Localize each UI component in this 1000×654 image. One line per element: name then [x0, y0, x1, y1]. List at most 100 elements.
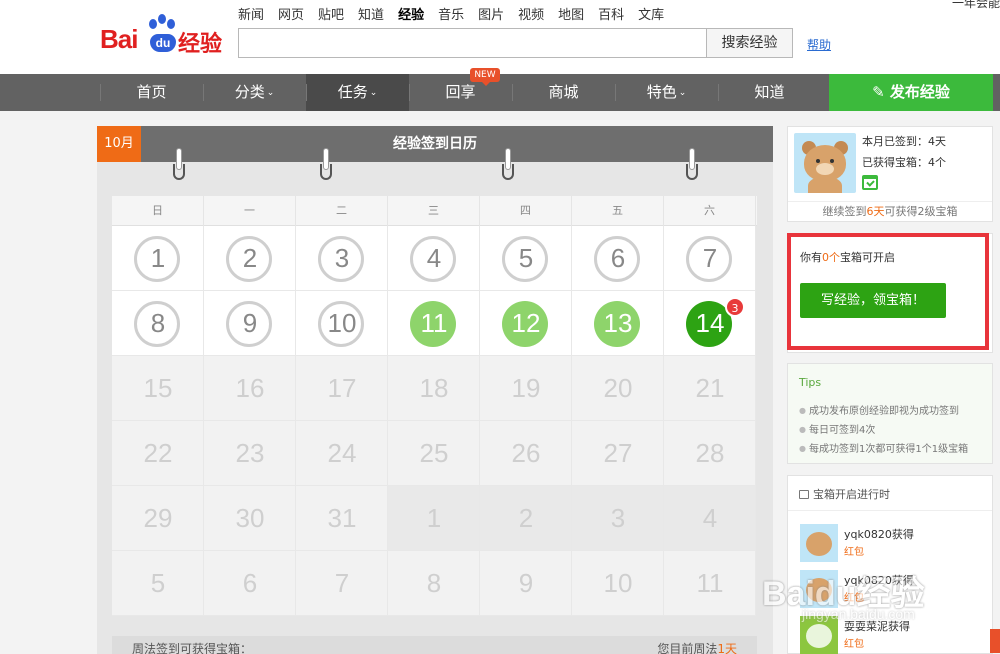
calendar-day[interactable]: 10 — [572, 551, 664, 616]
calendar-day[interactable]: 26 — [480, 421, 572, 486]
day-number: 5 — [518, 243, 534, 273]
top-nav-link[interactable]: 图片 — [478, 4, 504, 23]
day-number: 31 — [327, 503, 357, 533]
calendar-day[interactable]: 3 — [572, 486, 664, 551]
avatar[interactable] — [794, 133, 856, 193]
calendar-day[interactable]: 4 — [388, 226, 480, 291]
pen-icon: ✎ — [872, 83, 885, 101]
calendar-day[interactable]: 17 — [296, 356, 388, 421]
calendar-day[interactable]: 15 — [112, 356, 204, 421]
calendar-day[interactable]: 6 — [572, 226, 664, 291]
publish-experience-button[interactable]: ✎ 发布经验 — [829, 74, 993, 111]
top-nav-link[interactable]: 视频 — [518, 4, 544, 23]
calendar-day[interactable]: 1 — [388, 486, 480, 551]
calendar-day[interactable]: 11 — [664, 551, 756, 616]
tips-title: Tips — [799, 376, 822, 389]
calendar-day[interactable]: 27 — [572, 421, 664, 486]
baidu-jingyan-logo[interactable]: Bai du 经验 — [100, 14, 230, 58]
day-number: 16 — [235, 373, 265, 403]
new-badge: NEW — [470, 68, 500, 86]
day-number: 2 — [518, 503, 534, 533]
calendar-day[interactable]: 31 — [296, 486, 388, 551]
day-number: 25 — [419, 438, 449, 468]
nav-tab[interactable]: 商城 — [512, 74, 615, 111]
calendar-day[interactable]: 18 — [388, 356, 480, 421]
day-number: 29 — [143, 503, 173, 533]
calendar-day[interactable]: 4 — [664, 486, 756, 551]
nav-tab[interactable]: 分类 ⌄ — [203, 74, 306, 111]
day-number: 11 — [420, 308, 448, 338]
profile-card: 本月已签到：4天 已获得宝箱：4个 继续签到6天可获得2级宝箱 — [787, 126, 993, 222]
calendar-day[interactable]: 8 — [388, 551, 480, 616]
calendar-day[interactable]: 2 — [204, 226, 296, 291]
binder-ring-icon — [501, 148, 515, 182]
calendar-day[interactable]: 19 — [480, 356, 572, 421]
search-input[interactable] — [238, 28, 706, 58]
weekday-label: 五 — [572, 196, 664, 226]
search-button[interactable]: 搜索经验 — [706, 28, 793, 58]
top-nav-link[interactable]: 贴吧 — [318, 4, 344, 23]
calendar-day[interactable]: 25 — [388, 421, 480, 486]
day-number: 15 — [143, 373, 173, 403]
day-number: 21 — [695, 373, 725, 403]
calendar-day[interactable]: 24 — [296, 421, 388, 486]
calendar-day[interactable]: 13 — [572, 291, 664, 356]
calendar-day[interactable]: 12 — [480, 291, 572, 356]
top-nav-link[interactable]: 音乐 — [438, 4, 464, 23]
calendar-day[interactable]: 30 — [204, 486, 296, 551]
day-number: 20 — [603, 373, 633, 403]
calendar-day[interactable]: 14 3 — [664, 291, 756, 356]
calendar-day[interactable]: 16 — [204, 356, 296, 421]
baidu-watermark: Baidu经验 jingyan.baidu.com — [762, 575, 925, 622]
calendar-day[interactable]: 23 — [204, 421, 296, 486]
calendar-month: 10月 — [97, 126, 141, 162]
calendar-day[interactable]: 8 — [112, 291, 204, 356]
nav-tab[interactable]: 首页 — [100, 74, 203, 111]
calendar-day[interactable]: 10 — [296, 291, 388, 356]
signed-days: 本月已签到：4天 — [862, 135, 946, 148]
nav-tab[interactable]: 任务 ⌄ — [306, 74, 409, 111]
boxes-count: 已获得宝箱：4个 — [862, 156, 946, 169]
tips-card: Tips 成功发布原创经验即视为成功签到 每日可签到4次 每成功签到1次都可获得… — [787, 363, 993, 464]
nav-tab[interactable]: 知道 — [718, 74, 821, 111]
tip-item: 成功发布原创经验即视为成功签到 — [799, 402, 959, 417]
chevron-down-icon: ⌄ — [266, 88, 275, 98]
list-item[interactable]: yqk0820获得 红包 — [800, 524, 990, 566]
calendar-day[interactable]: 9 — [204, 291, 296, 356]
feedback-tab[interactable] — [990, 629, 1000, 653]
day-number: 23 — [235, 438, 265, 468]
calendar-day[interactable]: 6 — [204, 551, 296, 616]
calendar-day[interactable]: 7 — [664, 226, 756, 291]
top-nav-link[interactable]: 地图 — [558, 4, 584, 23]
top-nav-link[interactable]: 新闻 — [238, 4, 264, 23]
chevron-down-icon: ⌄ — [369, 88, 378, 98]
top-right-text: 一年会能 — [951, 0, 1000, 10]
calendar-day[interactable]: 11 — [388, 291, 480, 356]
tip-item: 每成功签到1次都可获得1个1级宝箱 — [799, 440, 968, 455]
help-link[interactable]: 帮助 — [807, 36, 831, 53]
weekday-label: 六 — [664, 196, 756, 226]
calendar-day[interactable]: 20 — [572, 356, 664, 421]
top-nav-link[interactable]: 经验 — [398, 4, 424, 23]
calendar-check-icon — [862, 175, 878, 190]
calendar-day[interactable]: 3 — [296, 226, 388, 291]
top-nav-link[interactable]: 百科 — [598, 4, 624, 23]
avatar — [800, 524, 838, 562]
calendar-day[interactable]: 22 — [112, 421, 204, 486]
top-nav-link[interactable]: 网页 — [278, 4, 304, 23]
calendar-day[interactable]: 5 — [480, 226, 572, 291]
top-nav-link[interactable]: 知道 — [358, 4, 384, 23]
top-nav-link[interactable]: 文库 — [638, 4, 664, 23]
calendar-day[interactable]: 7 — [296, 551, 388, 616]
weekday-label: 二 — [296, 196, 388, 226]
day-number: 8 — [150, 308, 166, 338]
calendar-day[interactable]: 28 — [664, 421, 756, 486]
calendar-day[interactable]: 29 — [112, 486, 204, 551]
nav-tab[interactable]: 特色 ⌄ — [615, 74, 718, 111]
calendar-day[interactable]: 1 — [112, 226, 204, 291]
profile-footer: 继续签到6天可获得2级宝箱 — [788, 201, 992, 221]
calendar-day[interactable]: 21 — [664, 356, 756, 421]
calendar-day[interactable]: 2 — [480, 486, 572, 551]
calendar-day[interactable]: 9 — [480, 551, 572, 616]
calendar-day[interactable]: 5 — [112, 551, 204, 616]
